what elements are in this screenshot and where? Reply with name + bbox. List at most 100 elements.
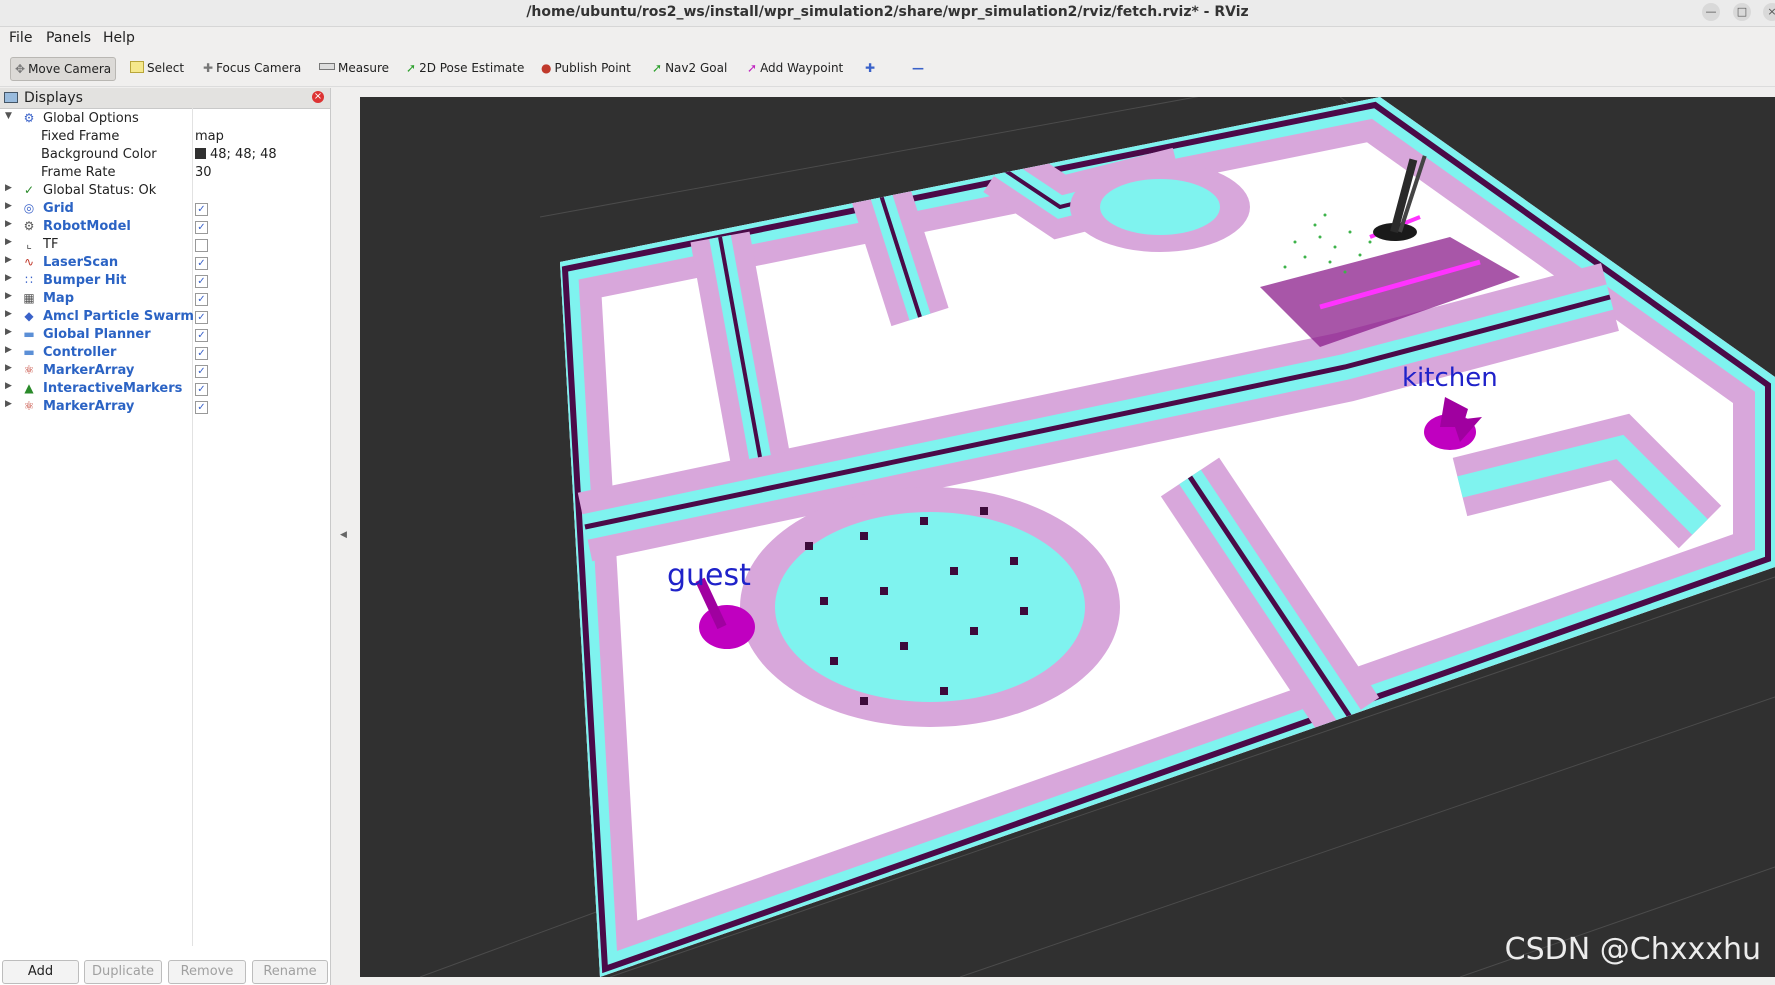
add-tool-button[interactable]: ✚ — [861, 57, 882, 79]
minimize-icon[interactable]: — — [1702, 3, 1720, 21]
expanded-arrow-icon[interactable]: ▼ — [5, 111, 12, 121]
display-checkbox[interactable]: ✓ — [195, 275, 208, 288]
close-panel-icon[interactable]: × — [312, 91, 324, 103]
frame-rate-value[interactable]: 30 — [195, 165, 212, 180]
add-button[interactable]: Add — [2, 960, 79, 984]
move-camera-tool[interactable]: ✥ Move Camera — [10, 57, 117, 81]
robot-icon: ⚙ — [23, 219, 35, 233]
publish-point-tool[interactable]: ● Publish Point — [537, 57, 635, 79]
tree-row-amcl-particle-swarm[interactable]: ▶ ◆ Amcl Particle Swarm ✓ — [0, 308, 330, 326]
duplicate-button[interactable]: Duplicate — [84, 960, 162, 984]
menu-help[interactable]: Help — [103, 30, 135, 46]
global-status-label: Global Status: Ok — [43, 183, 157, 198]
display-label: RobotModel — [43, 219, 131, 234]
remove-tool-button[interactable]: — — [908, 57, 931, 79]
checkmark-icon: ✓ — [23, 183, 35, 197]
display-checkbox[interactable]: ✓ — [195, 257, 208, 270]
markers-icon: ⚛ — [23, 399, 35, 413]
tree-row-markerarray[interactable]: ▶ ⚛ MarkerArray ✓ — [0, 362, 330, 380]
tree-row-bumper-hit[interactable]: ▶ ∷ Bumper Hit ✓ — [0, 272, 330, 290]
pose-estimate-label: 2D Pose Estimate — [419, 61, 525, 75]
menu-panels[interactable]: Panels — [46, 30, 91, 46]
collapsed-arrow-icon[interactable]: ▶ — [5, 237, 12, 247]
tree-row-map[interactable]: ▶ ▦ Map ✓ — [0, 290, 330, 308]
nav2-goal-tool[interactable]: ➚ Nav2 Goal — [648, 57, 731, 79]
waypoint-arrow-icon: ➚ — [747, 61, 758, 75]
display-checkbox[interactable]: ✓ — [195, 365, 208, 378]
display-checkbox[interactable]: ✓ — [195, 311, 208, 324]
display-label: Bumper Hit — [43, 273, 127, 288]
rename-button[interactable]: Rename — [252, 960, 328, 984]
display-label: Map — [43, 291, 75, 306]
focus-camera-icon: ✚ — [203, 61, 214, 75]
display-label: Amcl Particle Swarm — [43, 309, 194, 324]
plus-icon: ✚ — [865, 61, 876, 75]
pointcloud-icon: ∷ — [25, 273, 33, 287]
close-window-icon[interactable]: × — [1763, 3, 1775, 21]
background-color-text: 48; 48; 48 — [210, 147, 277, 162]
measure-tool[interactable]: Measure — [315, 57, 393, 79]
axes-icon: ⌞ — [26, 237, 32, 251]
tree-row-grid[interactable]: ▶ ◎ Grid ✓ — [0, 200, 330, 218]
add-waypoint-tool[interactable]: ➚ Add Waypoint — [743, 57, 847, 79]
background-color-value[interactable]: 48; 48; 48 — [195, 147, 277, 162]
tree-row-global-status[interactable]: ▶ ✓ Global Status: Ok — [0, 182, 330, 200]
tree-row-laserscan[interactable]: ▶ ∿ LaserScan ✓ — [0, 254, 330, 272]
diamond-icon: ◆ — [24, 309, 34, 323]
pose-estimate-tool[interactable]: ➚ 2D Pose Estimate — [402, 57, 528, 79]
menu-file[interactable]: File — [9, 30, 32, 46]
minus-icon: — — [912, 61, 924, 75]
collapsed-arrow-icon[interactable]: ▶ — [5, 327, 12, 337]
tree-row-robotmodel[interactable]: ▶ ⚙ RobotModel ✓ — [0, 218, 330, 236]
tree-row-fixed-frame[interactable]: Fixed Frame map — [0, 128, 330, 146]
tree-row-global-options[interactable]: ▼ ⚙ Global Options — [0, 110, 330, 128]
measure-label: Measure — [338, 61, 389, 75]
tree-row-background-color[interactable]: Background Color 48; 48; 48 — [0, 146, 330, 164]
collapsed-arrow-icon[interactable]: ▶ — [5, 345, 12, 355]
maximize-icon[interactable]: □ — [1733, 3, 1751, 21]
guest-label: guest — [667, 558, 751, 593]
tree-row-global-planner[interactable]: ▶ ▬ Global Planner ✓ — [0, 326, 330, 344]
collapsed-arrow-icon[interactable]: ▶ — [5, 309, 12, 319]
select-tool[interactable]: Select — [126, 57, 188, 79]
display-checkbox[interactable]: ✓ — [195, 329, 208, 342]
display-checkbox[interactable] — [195, 239, 208, 252]
display-checkbox[interactable]: ✓ — [195, 383, 208, 396]
green-arrow-icon: ➚ — [406, 61, 417, 75]
collapsed-arrow-icon[interactable]: ▶ — [5, 381, 12, 391]
tree-row-controller[interactable]: ▶ ▬ Controller ✓ — [0, 344, 330, 362]
collapsed-arrow-icon[interactable]: ▶ — [5, 201, 12, 211]
collapsed-arrow-icon[interactable]: ▶ — [5, 399, 12, 409]
ruler-icon — [319, 63, 335, 70]
global-options-label: Global Options — [43, 111, 139, 126]
select-icon — [130, 61, 144, 73]
collapsed-arrow-icon[interactable]: ▶ — [5, 291, 12, 301]
collapsed-arrow-icon[interactable]: ▶ — [5, 363, 12, 373]
publish-point-label: Publish Point — [554, 61, 631, 75]
collapsed-arrow-icon[interactable]: ▶ — [5, 183, 12, 193]
collapsed-arrow-icon[interactable]: ▶ — [5, 273, 12, 283]
collapsed-arrow-icon[interactable]: ▶ — [5, 255, 12, 265]
markers-icon: ⚛ — [23, 363, 35, 377]
display-checkbox[interactable]: ✓ — [195, 221, 208, 234]
window-titlebar: /home/ubuntu/ros2_ws/install/wpr_simulat… — [0, 0, 1775, 27]
displays-panel-title: Displays — [24, 90, 83, 106]
grid-icon: ◎ — [23, 201, 35, 215]
focus-camera-tool[interactable]: ✚ Focus Camera — [199, 57, 305, 79]
tree-row-tf[interactable]: ▶ ⌞ TF — [0, 236, 330, 254]
panel-splitter-handle[interactable]: ◀ — [340, 530, 347, 540]
display-checkbox[interactable]: ✓ — [195, 203, 208, 216]
tree-row-interactivemarkers[interactable]: ▶ ▲ InteractiveMarkers ✓ — [0, 380, 330, 398]
display-label: LaserScan — [43, 255, 119, 270]
display-checkbox[interactable]: ✓ — [195, 347, 208, 360]
collapsed-arrow-icon[interactable]: ▶ — [5, 219, 12, 229]
display-checkbox[interactable]: ✓ — [195, 401, 208, 414]
tree-row-frame-rate[interactable]: Frame Rate 30 — [0, 164, 330, 182]
fixed-frame-value[interactable]: map — [195, 129, 224, 144]
move-camera-icon: ✥ — [15, 62, 26, 76]
tree-row-markerarray-2[interactable]: ▶ ⚛ MarkerArray ✓ — [0, 398, 330, 416]
frame-rate-label: Frame Rate — [41, 165, 116, 180]
remove-button[interactable]: Remove — [168, 960, 246, 984]
display-checkbox[interactable]: ✓ — [195, 293, 208, 306]
render-viewport[interactable]: guest kitchen CSDN @Chxxxhu — [360, 97, 1775, 977]
